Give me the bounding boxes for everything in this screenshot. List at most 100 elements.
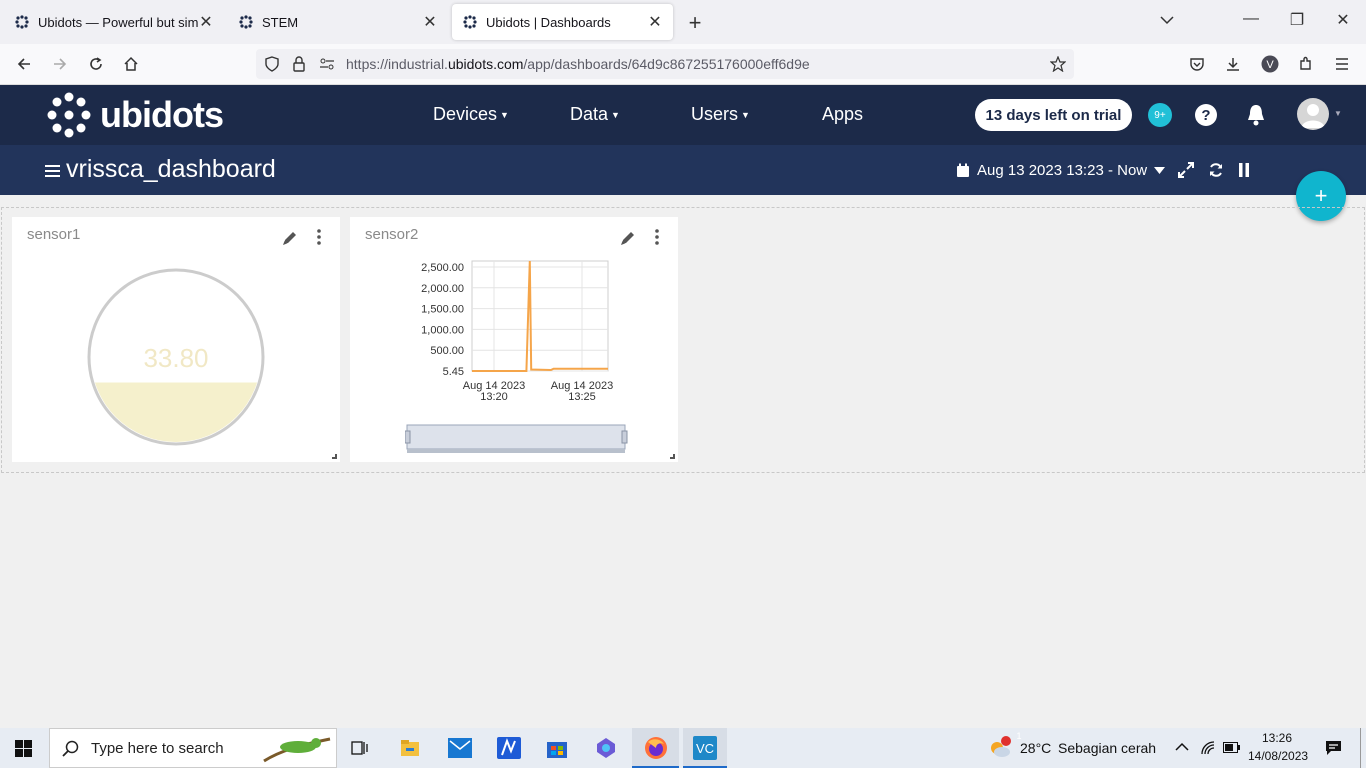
battery-icon[interactable]	[1223, 742, 1240, 753]
close-tab-icon[interactable]: ✕	[422, 12, 438, 32]
menu-label: Apps	[822, 104, 864, 124]
taskbar-search[interactable]: Type here to search	[49, 728, 337, 768]
mail-icon[interactable]	[448, 738, 472, 758]
menu-data[interactable]: Data ▼	[570, 104, 620, 125]
url-text[interactable]: https://industrial.ubidots.com/app/dashb…	[346, 56, 810, 72]
caret-down-icon[interactable]: ▼	[1334, 109, 1342, 118]
range-handle-right[interactable]	[621, 430, 628, 444]
reload-icon[interactable]	[84, 52, 108, 76]
gauge-fill	[91, 382, 261, 442]
search-icon	[62, 740, 79, 757]
bookmark-star-icon[interactable]	[1050, 56, 1066, 72]
x-tick-time: 13:20	[480, 391, 508, 403]
extensions-icon[interactable]	[1294, 52, 1318, 76]
trial-button[interactable]: 13 days left on trial	[975, 99, 1132, 131]
date-range-picker[interactable]: Aug 13 2023 13:23 - Now	[956, 162, 1166, 179]
notifications-center-icon[interactable]	[1325, 740, 1342, 756]
y-tick-label: 1,000.00	[421, 324, 464, 336]
show-desktop-divider[interactable]	[1360, 728, 1361, 768]
browser-navbar: https://industrial.ubidots.com/app/dashb…	[0, 44, 1366, 85]
pocket-icon[interactable]	[1185, 52, 1209, 76]
account-icon[interactable]: V	[1258, 52, 1282, 76]
file-explorer-icon[interactable]	[400, 738, 420, 758]
app-icon[interactable]	[497, 737, 521, 759]
hamburger-menu-icon[interactable]	[45, 165, 60, 177]
search-placeholder: Type here to search	[91, 739, 224, 757]
menu-devices[interactable]: Devices ▼	[433, 104, 509, 125]
user-avatar-icon	[1301, 104, 1325, 128]
help-icon[interactable]: ?	[1195, 104, 1217, 126]
menu-users[interactable]: Users ▼	[691, 104, 750, 125]
task-view-icon[interactable]	[351, 739, 369, 757]
close-tab-icon[interactable]: ✕	[198, 12, 214, 32]
dashboard-title[interactable]: vrissca_dashboard	[66, 155, 276, 184]
widget-sensor2[interactable]: sensor2 2,500.00 2,000.00 1,500.00 1,000.00…	[350, 217, 678, 462]
windows-taskbar: Type here to search VC 1 28°C Sebagian c…	[0, 728, 1366, 768]
gauge-value: 33.80	[143, 343, 208, 373]
tab-stem[interactable]: STEM ✕	[228, 4, 448, 40]
new-tab-icon[interactable]: +	[684, 10, 706, 36]
chevron-up-icon[interactable]	[1175, 742, 1189, 752]
microsoft-store-icon[interactable]	[546, 737, 568, 759]
caret-down-icon	[1154, 167, 1166, 174]
back-icon[interactable]	[12, 52, 36, 76]
restore-window-icon[interactable]: ❐	[1288, 10, 1306, 30]
tab-ubidots-home[interactable]: Ubidots — Powerful but simple ✕	[4, 4, 224, 40]
windows-start-icon[interactable]	[15, 740, 32, 757]
bell-icon[interactable]	[1246, 104, 1266, 126]
calendar-icon	[957, 163, 969, 177]
tab-ubidots-dashboards[interactable]: Ubidots | Dashboards ✕	[452, 4, 673, 40]
widget-sensor1[interactable]: sensor1 33.80	[12, 217, 340, 462]
resize-handle[interactable]	[332, 454, 337, 459]
menu-label: Users	[691, 104, 739, 124]
fullscreen-icon[interactable]	[1178, 162, 1194, 178]
edit-pencil-icon[interactable]	[281, 229, 299, 247]
lock-icon[interactable]	[292, 56, 306, 72]
y-tick-label: 2,000.00	[421, 283, 464, 295]
home-icon[interactable]	[119, 52, 143, 76]
ubidots-favicon-icon	[463, 15, 477, 29]
tab-list-chevron-icon[interactable]	[1158, 12, 1176, 30]
series-line	[472, 260, 608, 372]
weather-description[interactable]: Sebagian cerah	[1058, 740, 1156, 756]
caret-down-icon: ▼	[500, 110, 509, 121]
tank-gauge: 33.80	[87, 268, 265, 446]
notification-count-badge[interactable]: 9+	[1148, 103, 1172, 127]
refresh-icon[interactable]	[1208, 162, 1224, 178]
menu-label: Devices	[433, 104, 498, 124]
menu-apps[interactable]: Apps	[822, 104, 863, 125]
pause-icon[interactable]	[1239, 163, 1249, 177]
date-range-label: Aug 13 2023 13:23 - Now	[977, 162, 1148, 179]
range-handle-left[interactable]	[405, 430, 411, 444]
close-window-icon[interactable]: ✕	[1334, 10, 1352, 30]
weather-icon[interactable]	[987, 736, 1013, 760]
svg-text:VC: VC	[696, 741, 714, 756]
close-tab-icon[interactable]: ✕	[647, 12, 663, 32]
x-tick-time: 13:25	[568, 391, 596, 403]
tab-label: Ubidots — Powerful but simple	[38, 14, 198, 30]
weather-temperature[interactable]: 28°C	[1020, 740, 1051, 756]
ubidots-logo[interactable]: ubidots	[46, 92, 224, 138]
url-prefix: https://industrial.	[346, 56, 448, 72]
forward-icon[interactable]	[48, 52, 72, 76]
time-range-navigator[interactable]	[405, 423, 629, 455]
ubidots-favicon-icon	[15, 15, 29, 29]
firefox-icon	[645, 737, 667, 759]
app-menu-icon[interactable]	[1330, 52, 1354, 76]
clock-time[interactable]: 13:26	[1262, 731, 1292, 745]
downloads-icon[interactable]	[1221, 52, 1245, 76]
avatar[interactable]	[1297, 98, 1329, 130]
clock-date[interactable]: 14/08/2023	[1248, 749, 1308, 763]
copilot-icon[interactable]	[595, 737, 617, 759]
shield-icon[interactable]	[264, 56, 280, 72]
y-tick-label: 2,500.00	[421, 262, 464, 274]
url-bar[interactable]: https://industrial.ubidots.com/app/dashb…	[256, 49, 1074, 79]
resize-handle[interactable]	[670, 454, 675, 459]
permissions-icon[interactable]	[319, 57, 335, 71]
firefox-taskbar-item[interactable]	[632, 728, 679, 768]
more-options-icon[interactable]	[317, 229, 321, 245]
vscode-taskbar-item[interactable]: VC	[683, 728, 727, 768]
minimize-window-icon[interactable]: —	[1242, 10, 1260, 28]
network-icon[interactable]	[1200, 740, 1216, 756]
widget-title: sensor1	[27, 226, 81, 243]
